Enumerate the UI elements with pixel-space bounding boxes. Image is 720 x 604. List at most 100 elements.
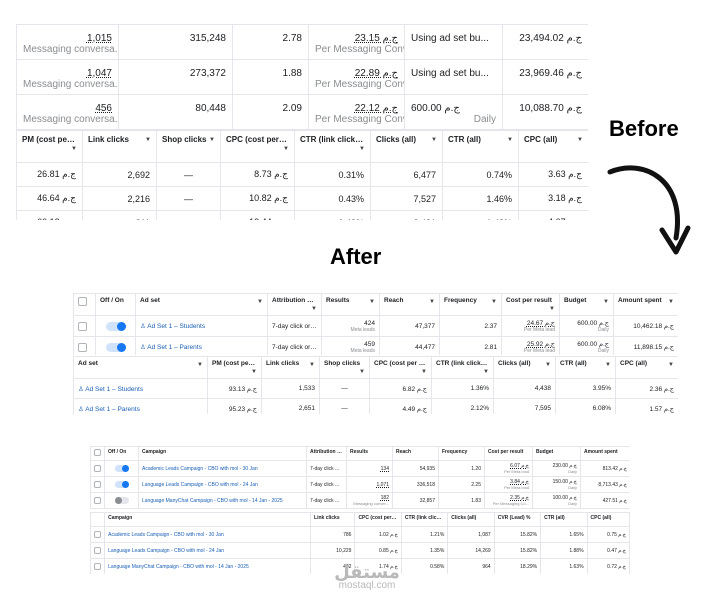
sort-caret-icon[interactable]: ▼ <box>251 369 257 375</box>
select-all-checkbox-cell[interactable] <box>90 446 105 461</box>
on-off-toggle[interactable] <box>114 481 129 488</box>
sort-caret-icon[interactable]: ▼ <box>577 137 583 143</box>
sort-caret-icon[interactable]: ▼ <box>311 306 317 312</box>
sort-caret-icon[interactable]: ▼ <box>483 369 489 375</box>
column-header[interactable]: CTR (all) ▼ <box>555 356 616 379</box>
column-header[interactable]: Cost per result ▼ <box>501 293 560 316</box>
column-header[interactable]: Amount spent ▼ <box>613 293 678 316</box>
on-off-toggle[interactable] <box>114 465 129 472</box>
row-checkbox[interactable] <box>94 465 101 472</box>
sort-caret-icon[interactable]: ▼ <box>71 146 77 152</box>
row-checkbox-cell[interactable] <box>90 526 106 543</box>
campaign-name-link[interactable]: Language ManyChat Campaign - CBO with mo… <box>138 492 307 509</box>
sort-caret-icon[interactable]: ▼ <box>603 299 609 305</box>
sort-caret-icon[interactable]: ▼ <box>145 137 151 143</box>
column-header[interactable]: Attribution setting ▼ <box>267 293 322 316</box>
column-header[interactable]: Cost per result <box>484 446 533 461</box>
column-header[interactable]: Campaign <box>104 512 312 527</box>
sort-caret-icon[interactable]: ▼ <box>257 299 263 305</box>
column-header[interactable]: Clicks (all) ▼ <box>493 356 556 379</box>
on-off-toggle[interactable] <box>114 497 129 504</box>
adset-name-link[interactable]: Ad Set 1 – Parents <box>85 406 140 413</box>
sort-caret-icon[interactable]: ▼ <box>359 146 365 152</box>
sort-caret-icon[interactable]: ▼ <box>431 137 437 143</box>
adset-name-link[interactable]: Ad Set 1 – Students <box>147 323 205 330</box>
row-checkbox[interactable] <box>94 531 101 538</box>
column-header[interactable]: Campaign <box>138 446 307 461</box>
column-header[interactable]: CPC (all) ▼ <box>615 356 678 379</box>
sort-caret-icon[interactable]: ▼ <box>668 362 674 368</box>
column-header[interactable]: Budget ▼ <box>559 293 614 316</box>
row-checkbox[interactable] <box>78 321 87 331</box>
sort-caret-icon[interactable]: ▼ <box>668 299 674 305</box>
sort-caret-icon[interactable]: ▼ <box>491 299 497 305</box>
row-checkbox-cell[interactable] <box>73 315 96 337</box>
column-header[interactable]: Clicks (all) ▼ <box>370 130 443 163</box>
sort-caret-icon[interactable]: ▼ <box>605 362 611 368</box>
row-checkbox[interactable] <box>94 563 101 570</box>
column-header[interactable]: Amount spent <box>580 446 630 461</box>
column-header[interactable]: CPC (all) <box>586 512 630 527</box>
column-header[interactable]: Off / On <box>104 446 139 461</box>
select-all-checkbox-cell[interactable] <box>73 293 96 316</box>
sort-caret-icon[interactable]: ▼ <box>283 146 289 152</box>
row-checkbox-cell[interactable] <box>90 542 106 559</box>
sort-caret-icon[interactable]: ▼ <box>369 299 375 305</box>
column-header[interactable]: CTR (link click-throug... <box>400 512 449 527</box>
sort-caret-icon[interactable]: ▼ <box>209 137 215 143</box>
column-header[interactable]: CPC (cost per link click) ▼ <box>220 130 295 163</box>
on-off-toggle[interactable] <box>105 321 126 331</box>
select-all-checkbox[interactable] <box>94 449 101 456</box>
campaign-name-link[interactable]: Language Leads Campaign - CBO with mol -… <box>104 542 312 559</box>
column-header[interactable]: Attribution setting <box>306 446 347 461</box>
campaign-name-link[interactable]: Academic Leads Campaign - CBO with mol -… <box>104 526 312 543</box>
column-header[interactable]: Frequency ▼ <box>439 293 502 316</box>
column-header[interactable]: CPC (cost per link click) ▼ <box>369 356 432 379</box>
row-checkbox-cell[interactable] <box>90 492 105 509</box>
column-header[interactable]: Ad set ▼ <box>73 356 208 379</box>
column-header[interactable]: Reach ▼ <box>379 293 440 316</box>
column-header[interactable]: Link clicks ▼ <box>82 130 157 163</box>
select-all-checkbox[interactable] <box>78 297 87 306</box>
column-header[interactable]: Ad set ▼ <box>135 293 268 316</box>
row-checkbox[interactable] <box>78 342 87 352</box>
column-header[interactable]: Link clicks ▼ <box>261 356 320 379</box>
sort-caret-icon[interactable]: ▼ <box>545 362 551 368</box>
row-checkbox-cell[interactable] <box>90 476 105 493</box>
column-header[interactable]: CTR (link click-through rate) ▼ <box>294 130 371 163</box>
column-header[interactable]: Frequency <box>438 446 485 461</box>
column-header[interactable]: CPC (all) ▼ <box>518 130 588 163</box>
column-header[interactable]: Budget <box>532 446 581 461</box>
sort-caret-icon[interactable]: ▼ <box>549 306 555 312</box>
column-header[interactable]: Link clicks <box>310 512 356 527</box>
column-header[interactable]: CTR (link click-through rate) ▼ <box>431 356 494 379</box>
column-header[interactable]: Results ▼ <box>321 293 380 316</box>
row-checkbox[interactable] <box>94 497 101 504</box>
row-checkbox-cell[interactable] <box>73 336 96 355</box>
column-header[interactable]: Reach <box>392 446 439 461</box>
sort-caret-icon[interactable]: ▼ <box>429 299 435 305</box>
row-checkbox[interactable] <box>94 481 101 488</box>
row-checkbox-cell[interactable] <box>90 460 105 477</box>
sort-caret-icon[interactable]: ▼ <box>507 137 513 143</box>
column-header[interactable]: Results <box>346 446 393 461</box>
column-header[interactable]: Off / On <box>95 293 136 316</box>
row-checkbox-cell[interactable] <box>90 558 106 574</box>
column-header[interactable]: PM (cost per 000... ▼ <box>16 130 83 163</box>
column-header[interactable]: Shop clicks ▼ <box>319 356 370 379</box>
column-header[interactable]: Clicks (all) <box>447 512 495 527</box>
campaign-name-link[interactable]: Language ManyChat Campaign - CBO with mo… <box>104 558 312 574</box>
sort-caret-icon[interactable]: ▼ <box>359 369 365 375</box>
column-header[interactable]: PM (cost per 000... ▼ <box>207 356 262 379</box>
column-header[interactable]: CPC (cost per link click) <box>354 512 402 527</box>
adset-name-link[interactable]: Ad Set 1 – Students <box>85 386 143 393</box>
sort-caret-icon[interactable]: ▼ <box>421 369 427 375</box>
on-off-toggle[interactable] <box>105 342 126 352</box>
sort-caret-icon[interactable]: ▼ <box>197 362 203 368</box>
campaign-name-link[interactable]: Language Leads Campaign - CBO with mol -… <box>138 476 307 493</box>
campaign-name-link[interactable]: Academic Leads Campaign - CBO with mol -… <box>138 460 307 477</box>
row-checkbox[interactable] <box>94 547 101 554</box>
column-header[interactable]: CVR (Lead) % <box>493 512 542 527</box>
sort-caret-icon[interactable]: ▼ <box>309 362 315 368</box>
column-header[interactable]: CTR (all) <box>540 512 588 527</box>
